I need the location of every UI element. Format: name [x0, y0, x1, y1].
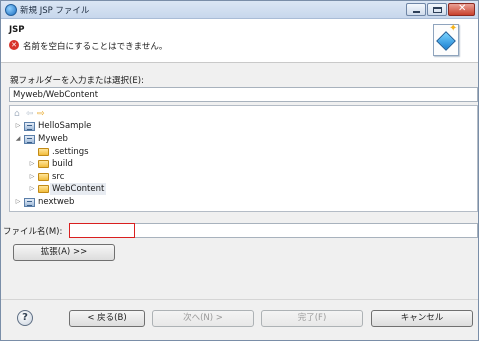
project-icon [24, 122, 35, 131]
folder-icon [38, 173, 49, 181]
project-icon [24, 135, 35, 144]
help-icon[interactable]: ? [17, 310, 33, 326]
error-icon: ✕ [9, 40, 19, 50]
extend-button[interactable]: 拡張(A) >> [13, 244, 115, 261]
next-button[interactable]: 次へ(N) > [152, 310, 254, 327]
minimize-icon [413, 11, 420, 13]
expand-icon[interactable]: ▷ [28, 183, 36, 195]
maximize-icon [433, 7, 442, 13]
window-title: 新規 JSP ファイル [20, 6, 90, 16]
expand-icon[interactable]: ▷ [28, 171, 36, 183]
error-message: 名前を空白にすることはできません。 [23, 42, 168, 52]
folder-icon [38, 185, 49, 193]
parent-folder-input[interactable] [9, 87, 478, 102]
forward-arrow-icon[interactable]: ⇨ [37, 109, 45, 119]
maximize-button[interactable] [427, 3, 447, 16]
dialog-window: 新規 JSP ファイル ✕ JSP ✕ 名前を空白にすることはできません。 ✦ … [0, 0, 479, 341]
minimize-button[interactable] [406, 3, 426, 16]
expand-icon[interactable]: ▷ [28, 158, 36, 170]
folder-icon [38, 160, 49, 168]
page-title: JSP [9, 25, 25, 35]
project-icon [24, 198, 35, 207]
wizard-header: JSP ✕ 名前を空白にすることはできません。 ✦ [1, 19, 478, 63]
file-name-label: ファイル名(M): [3, 227, 63, 237]
collapse-icon[interactable]: ◢ [14, 133, 22, 145]
close-icon: ✕ [458, 3, 467, 14]
back-button[interactable]: < 戻る(B) [69, 310, 145, 327]
back-arrow-icon[interactable]: ⇦ [26, 109, 34, 119]
expand-icon[interactable]: ▷ [14, 196, 22, 208]
eclipse-icon [5, 4, 17, 16]
home-icon[interactable]: ⌂ [14, 109, 20, 119]
title-bar[interactable]: 新規 JSP ファイル ✕ [1, 1, 478, 19]
cancel-button[interactable]: キャンセル [371, 310, 473, 327]
finish-button[interactable]: 完了(F) [261, 310, 363, 327]
file-name-focus-marker [69, 223, 135, 238]
wizard-banner-icon: ✦ [433, 23, 459, 56]
footer-separator [1, 299, 478, 300]
folder-icon [38, 148, 49, 156]
close-button[interactable]: ✕ [448, 3, 475, 16]
expand-icon[interactable]: ▷ [14, 120, 22, 132]
parent-folder-label: 親フォルダーを入力または選択(E): [10, 76, 144, 86]
folder-tree[interactable]: ⌂ ⇦ ⇨ ▷ HelloSample ◢ Myweb .settings ▷ … [9, 105, 478, 212]
